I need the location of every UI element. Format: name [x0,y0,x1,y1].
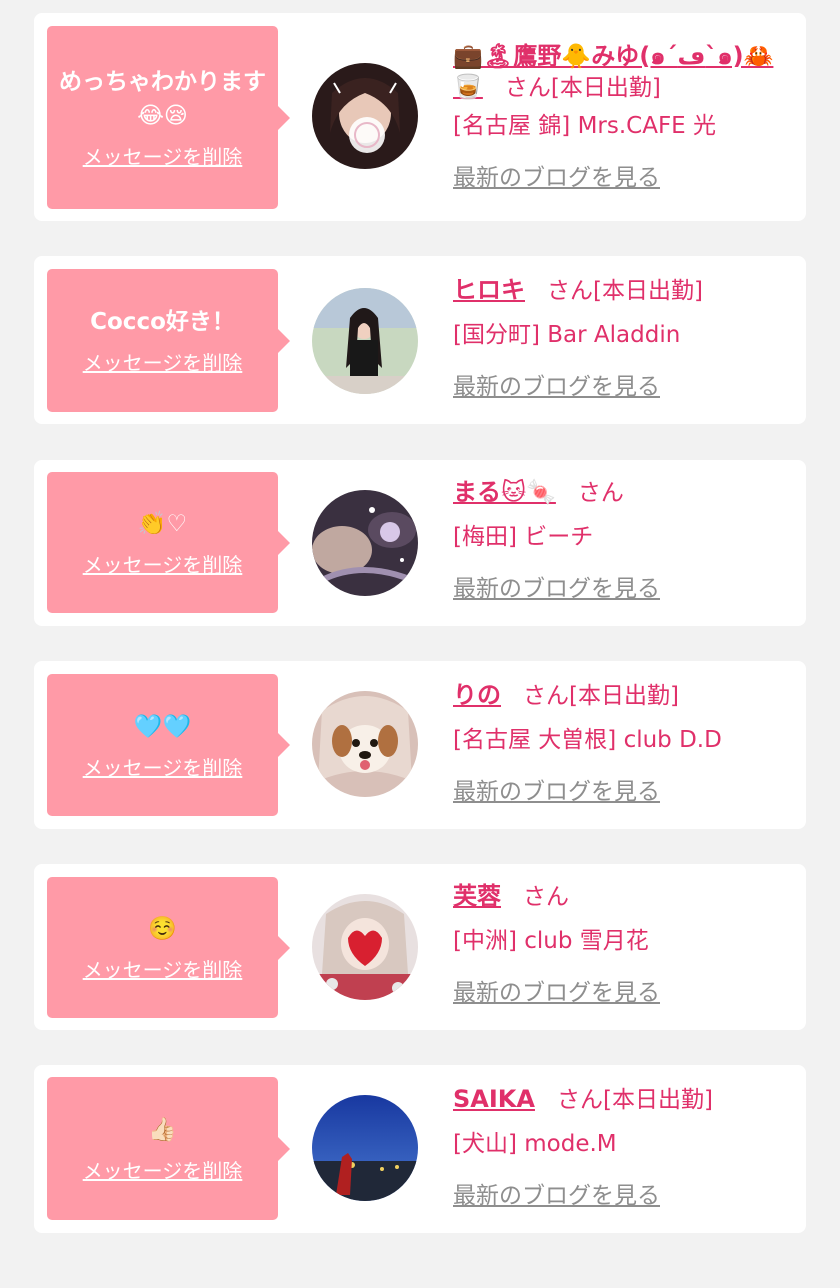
delete-message-link[interactable]: メッセージを削除 [83,347,243,376]
cast-name-link[interactable]: SAIKA [453,1085,535,1113]
favorite-card: めっちゃわかります😂😪 メッセージを削除 💼🏝鷹野🐥みゆ(๑´ڡ`๑)🦀🥃 さん[… [34,13,806,221]
cast-avatar[interactable] [312,490,418,596]
cast-info: 💼🏝鷹野🐥みゆ(๑´ڡ`๑)🦀🥃 さん[本日出勤] [名古屋 錦] Mrs.CAF… [453,41,794,193]
status-badge: [本日出勤] [569,683,679,709]
blog-link[interactable]: 最新のブログを見る [453,372,660,402]
cast-name-link[interactable]: 芙蓉 [453,882,501,910]
delete-message-link[interactable]: メッセージを削除 [83,141,243,170]
delete-message-link[interactable]: メッセージを削除 [83,1155,243,1184]
message-bubble: 👍🏻 メッセージを削除 [47,1077,290,1220]
shop-name: [梅田] ビーチ [453,524,594,550]
favorite-card: Cocco好き！ メッセージを削除 ヒロキ さん[本日出勤] [国分町] Bar … [34,256,806,424]
delete-message-link[interactable]: メッセージを削除 [83,752,243,781]
message-bubble: ☺️ メッセージを削除 [47,877,290,1018]
cast-info: SAIKA さん[本日出勤] [犬山] mode.M 最新のブログを見る [453,1084,794,1211]
delete-message-link[interactable]: メッセージを削除 [83,549,243,578]
honorific: さん [577,480,624,506]
message-text: Cocco好き！ [90,309,235,335]
cast-avatar[interactable] [312,894,418,1000]
shop-name: [国分町] Bar Aladdin [453,322,681,348]
blog-link[interactable]: 最新のブログを見る [453,163,660,193]
honorific: さん [523,884,569,910]
cast-info: 芙蓉 さん [中洲] club 雪月花 最新のブログを見る [453,881,794,1008]
honorific: さん [523,683,569,709]
cast-info: まる🐱🍬 さん [梅田] ビーチ 最新のブログを見る [453,477,794,604]
message-text: 🩵🩵 [133,713,192,740]
honorific: さん [547,278,593,304]
message-bubble: Cocco好き！ メッセージを削除 [47,269,290,412]
cast-name-link[interactable]: まる🐱🍬 [453,478,556,506]
blog-link[interactable]: 最新のブログを見る [453,574,660,604]
message-text: めっちゃわかります😂😪 [59,69,266,129]
message-bubble: めっちゃわかります😂😪 メッセージを削除 [47,26,290,209]
honorific: さん [556,1087,603,1113]
favorite-card: 👏♡ メッセージを削除 まる🐱🍬 さん [梅田] ビーチ 最新のブログを見る [34,460,806,626]
blog-link[interactable]: 最新のブログを見る [453,978,660,1008]
shop-name: [名古屋 錦] Mrs.CAFE 光 [453,113,717,139]
blog-link[interactable]: 最新のブログを見る [453,1181,660,1211]
favorite-card: 🩵🩵 メッセージを削除 りの さん[本日出勤] [名古屋 大曽根] club D.… [34,661,806,829]
cast-avatar[interactable] [312,691,418,797]
favorite-card: ☺️ メッセージを削除 芙蓉 さん [中洲] club 雪月花 最新のブログを見る [34,864,806,1030]
status-badge: [本日出勤] [602,1087,713,1113]
cast-avatar[interactable] [312,288,418,394]
cast-name-link[interactable]: りの [453,681,501,709]
cast-avatar[interactable] [312,1095,418,1201]
cast-info: りの さん[本日出勤] [名古屋 大曽根] club D.D 最新のブログを見る [453,680,794,807]
shop-name: [中洲] club 雪月花 [453,928,649,954]
blog-link[interactable]: 最新のブログを見る [453,777,660,807]
message-bubble: 👏♡ メッセージを削除 [47,472,290,613]
honorific: さん [504,75,551,101]
cast-avatar[interactable] [312,63,418,169]
cast-name-link[interactable]: ヒロキ [453,276,525,304]
delete-message-link[interactable]: メッセージを削除 [83,954,243,983]
message-text: ☺️ [148,916,177,942]
shop-name: [犬山] mode.M [453,1131,617,1157]
favorite-card: 👍🏻 メッセージを削除 SAIKA さん[本日出勤] [犬山] mode.M 最新… [34,1065,806,1233]
status-badge: [本日出勤] [593,278,703,304]
message-text: 👏♡ [137,511,188,537]
status-badge: [本日出勤] [550,75,661,101]
message-bubble: 🩵🩵 メッセージを削除 [47,674,290,816]
message-text: 👍🏻 [148,1117,177,1143]
cast-info: ヒロキ さん[本日出勤] [国分町] Bar Aladdin 最新のブログを見る [453,275,794,402]
shop-name: [名古屋 大曽根] club D.D [453,727,722,753]
